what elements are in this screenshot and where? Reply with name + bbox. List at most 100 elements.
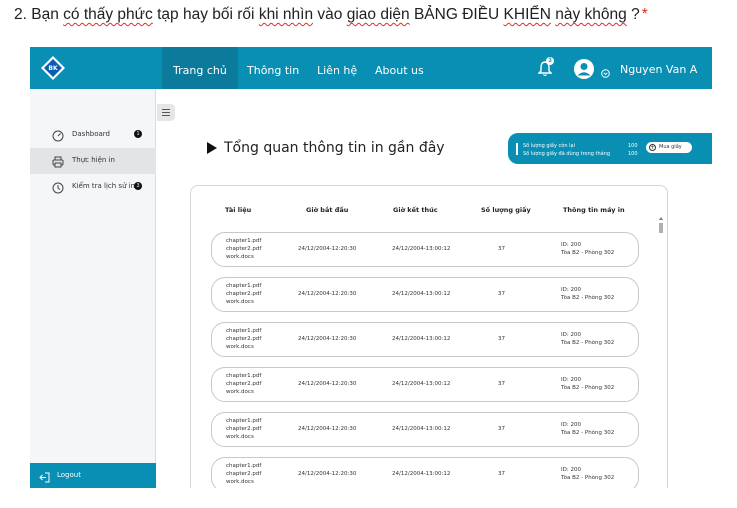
question-text-b: có thấy phức xyxy=(63,6,153,23)
sidebar-item-label: Kiểm tra lịch sử in xyxy=(72,182,136,190)
question-text-g: BẢNG ĐIỀU xyxy=(413,6,500,23)
file-name: chapter2.pdf xyxy=(226,381,262,387)
page-count: 37 xyxy=(498,291,505,297)
notification-badge: 3 xyxy=(546,57,554,65)
nav-thong-tin[interactable]: Thông tin xyxy=(236,47,310,89)
sidebar-item-history[interactable]: Kiểm tra lịch sử in 3 xyxy=(30,174,156,200)
menu-icon xyxy=(162,109,170,116)
printer-id: ID: 200 xyxy=(561,377,581,383)
scroll-thumb[interactable] xyxy=(659,223,663,233)
logout-button[interactable]: Logout xyxy=(30,463,156,488)
sidebar: Dashboard 1 Thực hiện in Kiểm tra lịch s… xyxy=(30,89,156,488)
column-header: Giờ bắt đầu xyxy=(306,206,349,214)
file-name: chapter2.pdf xyxy=(226,246,262,252)
logout-icon xyxy=(39,470,50,483)
sidebar-count-badge: 3 xyxy=(134,182,142,190)
table-row[interactable]: chapter1.pdf chapter2.pdf work.docs 24/12/… xyxy=(211,457,639,488)
buy-paper-button[interactable]: + Mua giấy xyxy=(646,142,692,153)
logo-icon[interactable]: BK xyxy=(40,55,66,81)
sidebar-item-print[interactable]: Thực hiện in xyxy=(30,148,156,174)
question-text-h: KHIỂN xyxy=(503,6,551,23)
end-time: 24/12/2004-13:00:12 xyxy=(392,336,451,342)
notification-bell-icon[interactable]: 3 xyxy=(537,57,554,77)
start-time: 24/12/2004-12:20:30 xyxy=(298,246,357,252)
required-marker: * xyxy=(641,6,648,23)
end-time: 24/12/2004-13:00:12 xyxy=(392,426,451,432)
page-count: 37 xyxy=(498,246,505,252)
printer-room: Tòa B2 - Phòng 302 xyxy=(561,340,615,346)
table-row[interactable]: chapter1.pdf chapter2.pdf work.docs 24/12/… xyxy=(211,232,639,267)
file-name: chapter1.pdf xyxy=(226,463,262,469)
question-text-c: tạp hay bối rối xyxy=(157,6,255,23)
table-row[interactable]: chapter1.pdf chapter2.pdf work.docs 24/12/… xyxy=(211,367,639,402)
table-row[interactable]: chapter1.pdf chapter2.pdf work.docs 24/12/… xyxy=(211,277,639,312)
nav-trang-chu[interactable]: Trang chủ xyxy=(162,47,238,89)
chevron-down-icon[interactable] xyxy=(601,65,610,78)
column-header: Số lượng giấy xyxy=(481,206,531,214)
printer-room: Tòa B2 - Phòng 302 xyxy=(561,250,615,256)
user-avatar-icon[interactable] xyxy=(574,59,594,79)
file-name: chapter1.pdf xyxy=(226,418,262,424)
printer-id: ID: 200 xyxy=(561,332,581,338)
sidebar-toggle-button[interactable] xyxy=(157,104,175,121)
start-time: 24/12/2004-12:20:30 xyxy=(298,426,357,432)
file-name: chapter1.pdf xyxy=(226,238,262,244)
question-text-a: Bạn xyxy=(31,6,59,23)
file-name: work.docs xyxy=(226,344,254,350)
column-header: Thông tin máy in xyxy=(563,206,625,214)
start-time: 24/12/2004-12:20:30 xyxy=(298,336,357,342)
printer-id: ID: 200 xyxy=(561,242,581,248)
question-text-i: này không xyxy=(555,6,627,23)
start-time: 24/12/2004-12:20:30 xyxy=(298,291,357,297)
printer-id: ID: 200 xyxy=(561,422,581,428)
file-name: chapter1.pdf xyxy=(226,373,262,379)
nav-lien-he[interactable]: Liên hệ xyxy=(306,47,368,89)
print-history-table: Tài liệu Giờ bắt đầu Giờ kết thúc Số lượ… xyxy=(190,185,668,488)
paper-remaining-value: 100 xyxy=(628,143,638,149)
question-number: 2. xyxy=(14,6,27,23)
survey-question: 2. Bạn có thấy phức tạp hay bối rối khi … xyxy=(14,6,648,24)
start-time: 24/12/2004-12:20:30 xyxy=(298,381,357,387)
column-header: Giờ kết thúc xyxy=(393,206,438,214)
username-label[interactable]: Nguyen Van A xyxy=(620,63,697,76)
start-time: 24/12/2004-12:20:30 xyxy=(298,471,357,477)
logo-text: BK xyxy=(48,65,58,72)
play-icon xyxy=(207,142,217,154)
end-time: 24/12/2004-13:00:12 xyxy=(392,246,451,252)
printer-id: ID: 200 xyxy=(561,467,581,473)
table-row[interactable]: chapter1.pdf chapter2.pdf work.docs 24/12/… xyxy=(211,412,639,447)
question-text-f: giao diện xyxy=(346,6,410,23)
question-text-d: khi nhìn xyxy=(258,6,314,23)
column-header: Tài liệu xyxy=(225,206,252,214)
file-name: chapter2.pdf xyxy=(226,471,262,477)
overview-title: Tổng quan thông tin in gần đây xyxy=(224,140,445,156)
page-count: 37 xyxy=(498,471,505,477)
end-time: 24/12/2004-13:00:12 xyxy=(392,291,451,297)
question-text-e: vào xyxy=(317,6,343,23)
file-name: chapter2.pdf xyxy=(226,426,262,432)
top-navbar: BK Trang chủ Thông tin Liên hệ About us … xyxy=(30,47,712,89)
file-name: work.docs xyxy=(226,479,254,485)
printer-icon xyxy=(52,155,64,168)
table-scrollbar[interactable] xyxy=(659,217,664,488)
printer-room: Tòa B2 - Phòng 302 xyxy=(561,475,615,481)
printer-id: ID: 200 xyxy=(561,287,581,293)
file-name: chapter2.pdf xyxy=(226,336,262,342)
printer-room: Tòa B2 - Phòng 302 xyxy=(561,385,615,391)
paper-used-value: 100 xyxy=(628,151,638,157)
end-time: 24/12/2004-13:00:12 xyxy=(392,381,451,387)
page-count: 37 xyxy=(498,381,505,387)
file-name: work.docs xyxy=(226,299,254,305)
sidebar-item-label: Thực hiện in xyxy=(72,156,115,164)
printer-room: Tòa B2 - Phòng 302 xyxy=(561,430,615,436)
nav-about-us[interactable]: About us xyxy=(364,47,435,89)
file-name: work.docs xyxy=(226,434,254,440)
page-count: 37 xyxy=(498,426,505,432)
file-name: chapter1.pdf xyxy=(226,283,262,289)
sidebar-item-dashboard[interactable]: Dashboard 1 xyxy=(30,122,156,148)
paper-remaining-label: Số lượng giấy còn lại xyxy=(523,143,575,149)
table-row[interactable]: chapter1.pdf chapter2.pdf work.docs 24/12/… xyxy=(211,322,639,357)
scroll-up-icon[interactable] xyxy=(659,217,663,220)
end-time: 24/12/2004-13:00:12 xyxy=(392,471,451,477)
question-text-j: ? xyxy=(631,6,640,23)
